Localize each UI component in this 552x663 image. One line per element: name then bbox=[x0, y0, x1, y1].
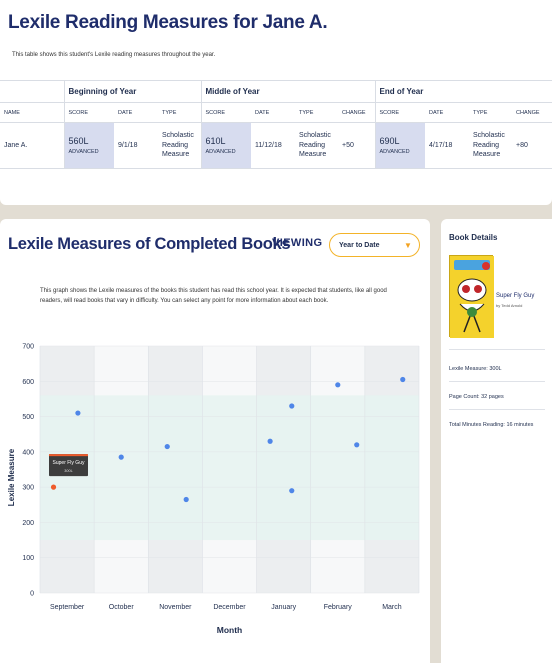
tooltip-title: Super Fly Guy bbox=[53, 460, 85, 466]
lexile-reading-measures-card: Lexile Reading Measures for Jane A. This… bbox=[0, 0, 552, 205]
column-header: NAME bbox=[0, 102, 64, 123]
eoy-score: 690L ADVANCED bbox=[374, 122, 425, 169]
page-count-detail: Page Count: 32 pages bbox=[449, 394, 504, 400]
data-point bbox=[289, 403, 295, 409]
fly-guy-illustration-icon bbox=[450, 256, 494, 338]
data-point bbox=[164, 443, 170, 450]
viewing-label: VIEWING bbox=[272, 237, 323, 249]
eoy-type: Scholastic Reading Measure bbox=[469, 122, 512, 169]
group-beginning-of-year: Beginning of Year bbox=[63, 80, 201, 103]
table-description: This table shows this student's Lexile r… bbox=[12, 52, 216, 58]
boy-score-value: 560L bbox=[68, 136, 89, 146]
completed-books-card: Lexile Measures of Completed Books VIEWI… bbox=[0, 219, 430, 663]
divider bbox=[449, 349, 545, 350]
book-details-title: Book Details bbox=[449, 233, 498, 242]
moy-change: +50 bbox=[338, 122, 375, 169]
x-tick-label: February bbox=[324, 604, 353, 611]
tooltip-accent bbox=[49, 454, 88, 457]
data-point bbox=[118, 454, 124, 460]
moy-score-level: ADVANCED bbox=[205, 149, 236, 155]
eoy-date: 4/17/18 bbox=[425, 122, 469, 169]
y-tick-label: 300 bbox=[22, 485, 34, 492]
data-point bbox=[183, 496, 189, 503]
y-tick-label: 100 bbox=[22, 555, 34, 562]
y-tick-label: 600 bbox=[22, 379, 34, 386]
data-point bbox=[289, 488, 295, 494]
y-axis-label: Lexile Measure bbox=[7, 448, 16, 506]
column-header: SCORE bbox=[200, 102, 251, 123]
boy-score: 560L ADVANCED bbox=[63, 122, 114, 169]
lexile-measure-detail: Lexile Measure: 300L bbox=[449, 366, 502, 372]
moy-date: 11/12/18 bbox=[251, 122, 295, 169]
x-tick-label: October bbox=[109, 604, 135, 611]
eoy-change: +80 bbox=[512, 122, 552, 169]
column-header: TYPE bbox=[295, 102, 338, 123]
y-tick-label: 700 bbox=[22, 344, 34, 351]
chevron-down-icon: ▼ bbox=[404, 240, 412, 250]
section-title: Lexile Measures of Completed Books bbox=[8, 235, 291, 253]
column-header: SCORE bbox=[63, 102, 114, 123]
group-middle-of-year: Middle of Year bbox=[200, 80, 375, 103]
divider bbox=[449, 381, 545, 382]
eoy-score-value: 690L bbox=[379, 136, 400, 146]
y-tick-label: 400 bbox=[22, 449, 34, 456]
data-point bbox=[400, 376, 406, 383]
moy-score-value: 610L bbox=[205, 136, 226, 146]
group-end-of-year: End of Year bbox=[374, 80, 552, 103]
book-title: Super Fly Guy bbox=[496, 293, 535, 299]
measures-table: Beginning of Year Middle of Year End of … bbox=[0, 80, 552, 169]
x-tick-label: September bbox=[50, 604, 85, 611]
column-header: DATE bbox=[425, 102, 469, 123]
column-header: DATE bbox=[251, 102, 295, 123]
total-minutes-detail: Total Minutes Reading: 16 minutes bbox=[449, 422, 534, 428]
chart-description: This graph shows the Lexile measures of … bbox=[40, 288, 387, 304]
data-point bbox=[354, 442, 360, 448]
column-header: DATE bbox=[114, 102, 158, 123]
student-name: Jane A. bbox=[0, 122, 64, 169]
book-author: by Tedd Arnold bbox=[496, 303, 523, 308]
column-header: TYPE bbox=[469, 102, 512, 123]
expected-range-band bbox=[40, 395, 419, 541]
date-range-dropdown[interactable]: Year to Date ▼ bbox=[329, 233, 420, 257]
selected-data-point bbox=[50, 484, 57, 490]
divider bbox=[449, 409, 545, 410]
column-header: SCORE bbox=[374, 102, 425, 123]
y-tick-label: 0 bbox=[30, 591, 34, 598]
x-axis-label: Month bbox=[217, 625, 243, 635]
data-point bbox=[75, 410, 81, 416]
data-point bbox=[267, 438, 273, 444]
moy-type: Scholastic Reading Measure bbox=[295, 122, 338, 169]
column-header: CHANGE bbox=[338, 102, 375, 123]
data-point bbox=[335, 382, 341, 388]
tooltip-value: 300L bbox=[64, 469, 72, 473]
date-range-value: Year to Date bbox=[339, 241, 380, 249]
boy-score-level: ADVANCED bbox=[68, 149, 99, 155]
column-header: CHANGE bbox=[512, 102, 552, 123]
table-row: Jane A. 560L ADVANCED 9/1/18 Scholastic … bbox=[0, 122, 552, 169]
boy-type: Scholastic Reading Measure bbox=[158, 122, 201, 169]
page-title: Lexile Reading Measures for Jane A. bbox=[8, 12, 328, 33]
x-tick-label: December bbox=[213, 604, 246, 611]
book-details-panel: Book Details Super Fly Guy by Tedd Arnol… bbox=[441, 219, 552, 663]
column-header: TYPE bbox=[158, 102, 201, 123]
lexile-scatter-chart: 0 100 200 300 400 500 600 700 September October No… bbox=[7, 344, 420, 635]
y-tick-label: 500 bbox=[22, 414, 34, 421]
y-tick-label: 200 bbox=[22, 520, 34, 527]
x-tick-label: January bbox=[271, 604, 296, 611]
x-tick-label: November bbox=[159, 604, 192, 611]
book-cover-image bbox=[449, 255, 494, 338]
boy-date: 9/1/18 bbox=[114, 122, 158, 169]
eoy-score-level: ADVANCED bbox=[379, 149, 410, 155]
moy-score: 610L ADVANCED bbox=[200, 122, 251, 169]
x-tick-label: March bbox=[382, 604, 402, 611]
